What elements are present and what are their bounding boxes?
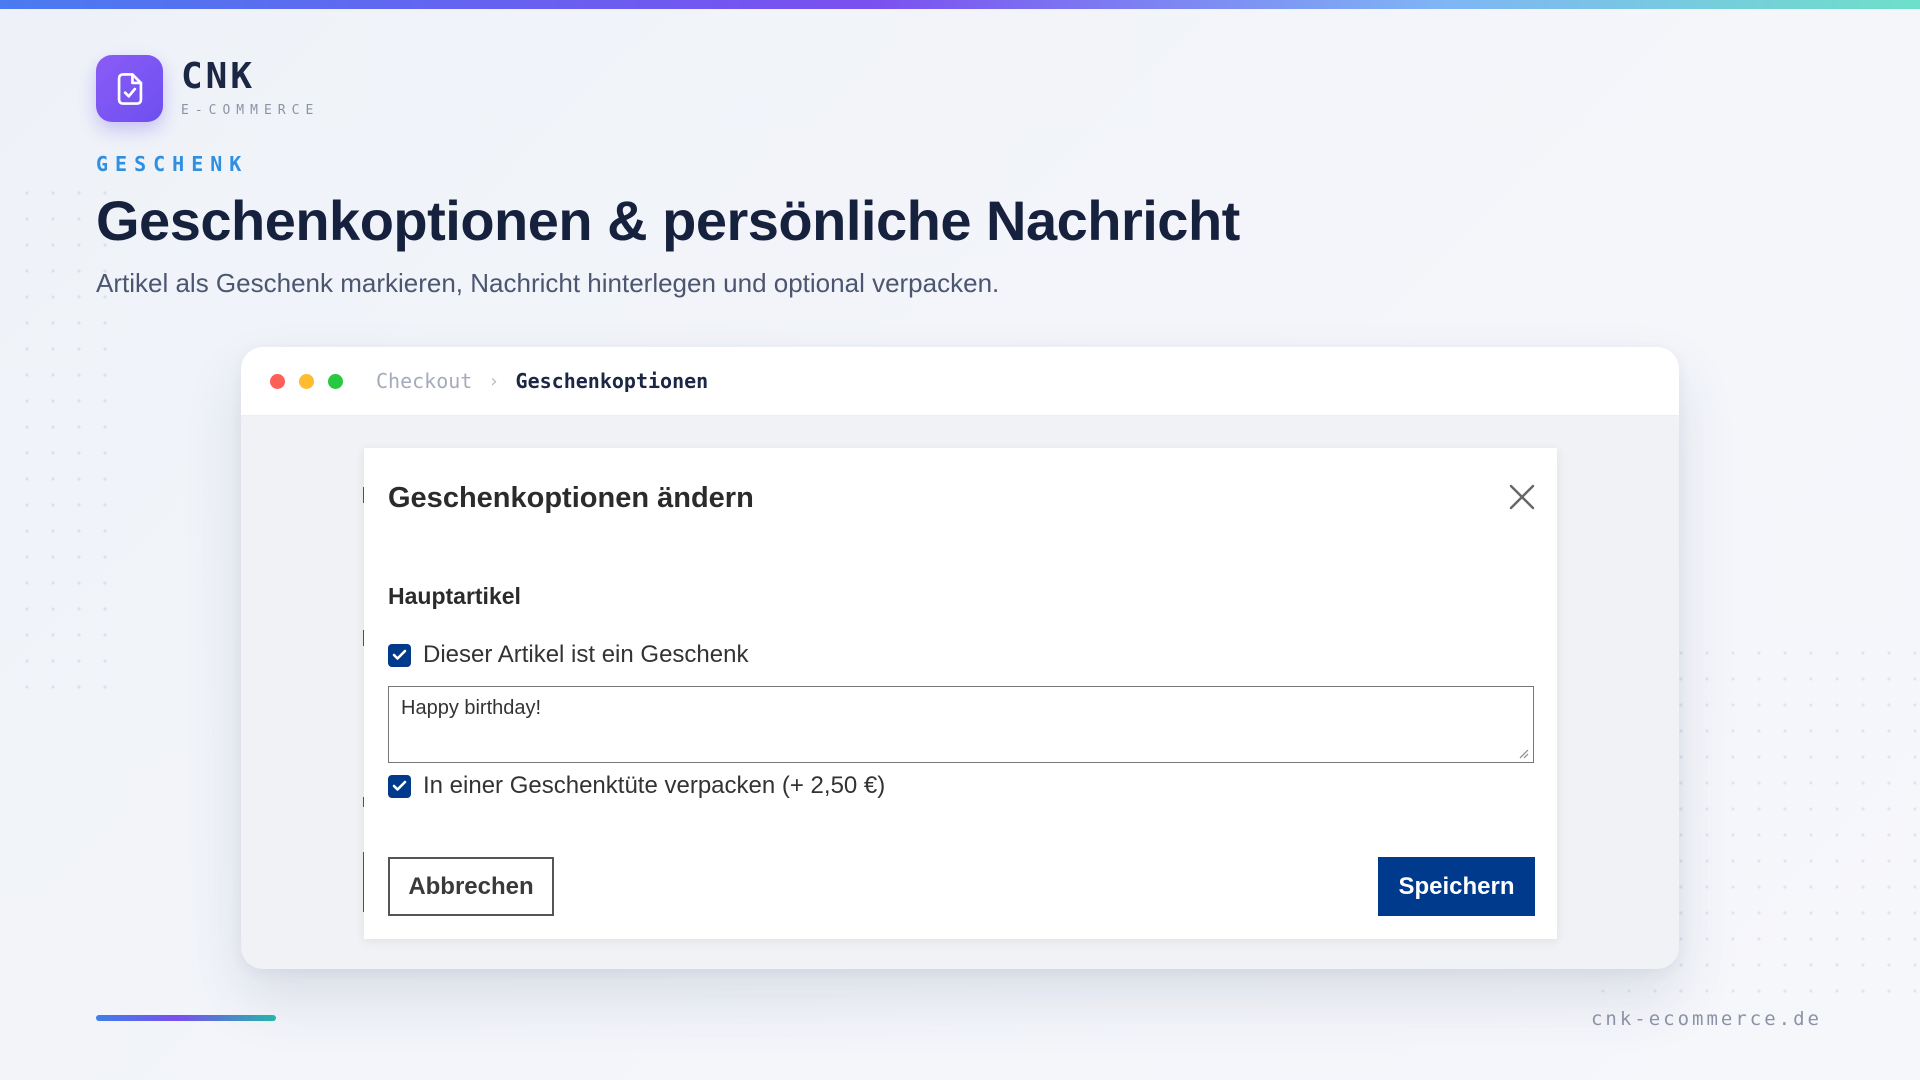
document-check-icon bbox=[96, 55, 163, 122]
gift-message-field[interactable]: Happy birthday! bbox=[388, 686, 1534, 763]
browser-window: Checkout › Geschenkoptionen Geschenkopti… bbox=[241, 347, 1679, 969]
window-controls bbox=[270, 373, 343, 389]
minimize-window-dot[interactable] bbox=[299, 373, 314, 389]
close-icon[interactable] bbox=[1507, 482, 1537, 512]
breadcrumb-current: Geschenkoptionen bbox=[515, 369, 709, 393]
gift-checkbox[interactable] bbox=[388, 643, 411, 667]
cancel-button[interactable]: Abbrechen bbox=[388, 857, 554, 916]
breadcrumb-separator: › bbox=[490, 370, 498, 392]
top-gradient-bar bbox=[0, 0, 1920, 9]
checkmark-icon bbox=[392, 780, 407, 791]
gift-options-dialog: Geschenkoptionen ändern Hauptartikel Die… bbox=[364, 448, 1557, 939]
gift-checkbox-row[interactable]: Dieser Artikel ist ein Geschenk bbox=[388, 641, 748, 669]
bottom-accent-bar bbox=[96, 1015, 276, 1021]
checkmark-icon bbox=[392, 649, 407, 660]
site-url: cnk-ecommerce.de bbox=[1590, 1008, 1822, 1030]
brand-name: CNK bbox=[181, 56, 256, 97]
brand: CNK E-COMMERCE bbox=[96, 55, 319, 122]
maximize-window-dot[interactable] bbox=[328, 373, 343, 389]
breadcrumb: Checkout › Geschenkoptionen bbox=[376, 369, 708, 393]
save-button[interactable]: Speichern bbox=[1378, 857, 1535, 916]
wrap-checkbox[interactable] bbox=[388, 774, 411, 798]
gift-checkbox-label: Dieser Artikel ist ein Geschenk bbox=[423, 641, 749, 668]
resize-handle-icon[interactable] bbox=[1517, 747, 1529, 759]
eyebrow-label: GESCHENK bbox=[96, 152, 249, 176]
close-window-dot[interactable] bbox=[270, 373, 285, 389]
window-titlebar: Checkout › Geschenkoptionen bbox=[241, 347, 1679, 416]
page-subtitle: Artikel als Geschenk markieren, Nachrich… bbox=[96, 268, 1000, 298]
gift-message-value: Happy birthday! bbox=[401, 697, 542, 719]
wrap-checkbox-label: In einer Geschenktüte verpacken (+ 2,50 … bbox=[423, 772, 886, 799]
breadcrumb-checkout[interactable]: Checkout bbox=[376, 369, 472, 393]
wrap-checkbox-row[interactable]: In einer Geschenktüte verpacken (+ 2,50 … bbox=[388, 772, 885, 800]
section-title: Hauptartikel bbox=[388, 583, 521, 609]
brand-tagline: E-COMMERCE bbox=[181, 103, 320, 118]
page-title: Geschenkoptionen & persönliche Nachricht bbox=[96, 189, 1240, 252]
decorative-dot-grid bbox=[14, 180, 124, 700]
dialog-title: Geschenkoptionen ändern bbox=[388, 482, 754, 514]
